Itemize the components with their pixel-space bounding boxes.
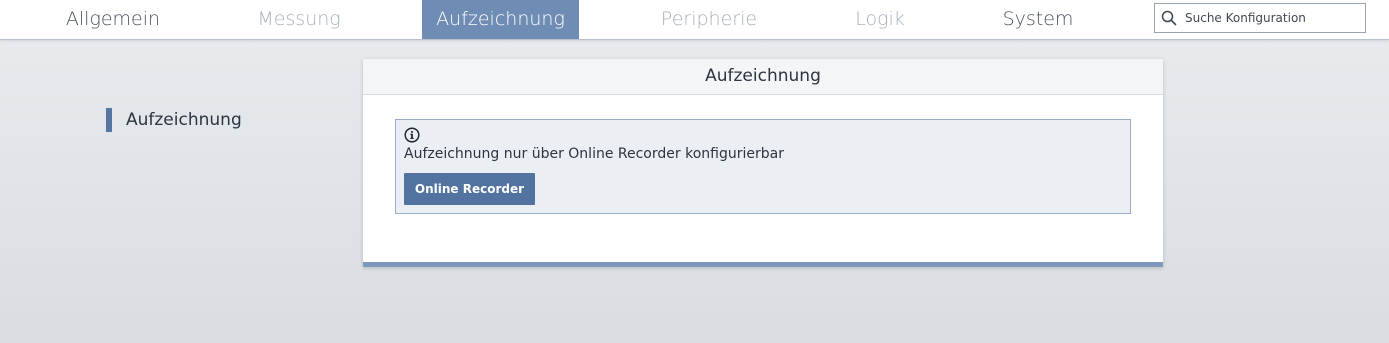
tab-aufzeichnung[interactable]: Aufzeichnung <box>422 0 579 39</box>
search-icon <box>1161 10 1177 26</box>
search-input[interactable] <box>1185 5 1361 31</box>
panel-title: Aufzeichnung <box>363 59 1163 95</box>
tab-allgemein[interactable]: Allgemein <box>47 0 179 39</box>
sidebar-item-aufzeichnung[interactable]: Aufzeichnung <box>106 108 242 132</box>
top-navigation: Allgemein Messung Aufzeichnung Peripheri… <box>0 0 1389 40</box>
search-box[interactable] <box>1154 3 1366 33</box>
tab-logik[interactable]: Logik <box>838 0 922 39</box>
online-recorder-button[interactable]: Online Recorder <box>404 173 535 205</box>
info-icon <box>404 127 420 143</box>
tab-system[interactable]: System <box>984 0 1092 39</box>
tab-messung[interactable]: Messung <box>236 0 362 39</box>
config-panel: Aufzeichnung Aufzeichnung nur über Onlin… <box>363 59 1163 267</box>
tab-peripherie[interactable]: Peripherie <box>640 0 778 39</box>
info-box: Aufzeichnung nur über Online Recorder ko… <box>395 119 1131 214</box>
info-message: Aufzeichnung nur über Online Recorder ko… <box>404 146 784 162</box>
